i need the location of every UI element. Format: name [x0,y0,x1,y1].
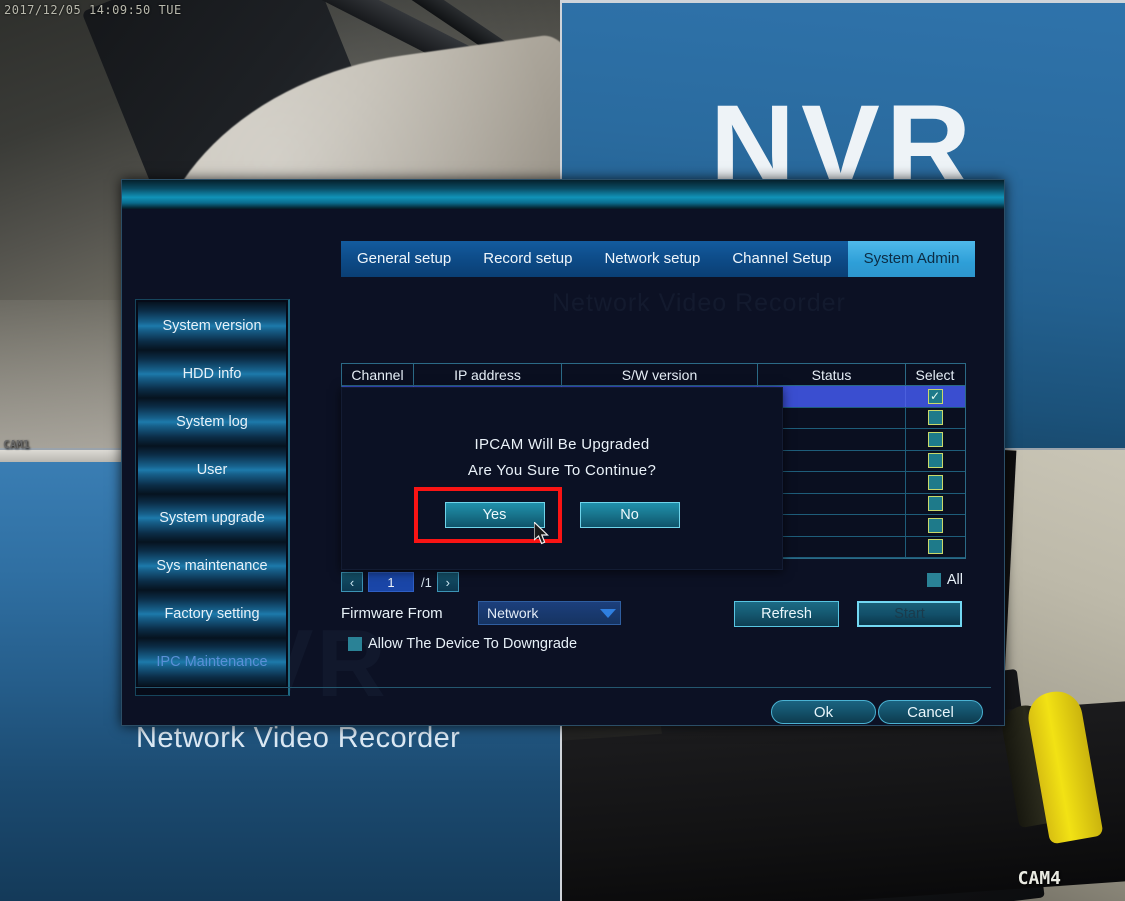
confirm-message-line2: Are You Sure To Continue? [467,462,657,479]
window-body: Network Video Recorder Network Video Rec… [122,209,1004,725]
select-all-checkbox[interactable] [926,573,941,587]
cell-select [906,472,964,493]
row-select-checkbox[interactable]: ✓ [927,388,943,404]
cell-select [906,408,964,429]
settings-window: Network Video Recorder Network Video Rec… [121,179,1005,726]
prev-page-button[interactable]: ‹ [341,572,363,592]
window-ghost-text: Network Video Recorder [552,289,846,317]
column-header-status: Status [758,364,906,385]
tab-system-admin[interactable]: System Admin [847,241,976,277]
column-header-sw-version: S/W version [562,364,758,385]
sidebar-item-label: System upgrade [159,510,265,526]
tab-general-setup[interactable]: General setup [341,241,467,277]
osd-timestamp: 2017/12/05 14:09:50 TUE [4,3,182,17]
cancel-button[interactable]: Cancel [878,700,983,724]
pane-divider-top [562,0,1125,3]
pagination: ‹ 1 /1 › [341,572,459,592]
cell-select [906,515,964,536]
sidebar-item-ipc-maintenance[interactable]: IPC Maintenance [138,638,286,686]
cell-select [906,537,964,558]
osd-camera-label-cam4: CAM4 [1017,868,1061,889]
row-select-checkbox[interactable] [927,496,943,512]
sidebar-item-label: Factory setting [164,606,260,622]
select-all-row: All [926,572,963,588]
confirm-message-line1: IPCAM Will Be Upgraded [474,436,650,453]
osd-camera-label-cam1: CAM1 [3,438,30,451]
sidebar-item-system-log[interactable]: System log [138,398,286,446]
total-pages-label: /1 [421,574,432,590]
sidebar-item-user[interactable]: User [138,446,286,494]
sidebar-item-label: System version [162,318,262,334]
firmware-source-row: Firmware From Network [341,601,621,625]
sidebar-item-sys-maintenance[interactable]: Sys maintenance [138,542,286,590]
row-select-checkbox[interactable] [927,517,943,533]
window-titlebar[interactable] [122,180,1004,209]
confirm-yes-button[interactable]: Yes [444,502,545,528]
sidebar-item-label: HDD info [182,366,242,382]
allow-downgrade-checkbox[interactable] [348,637,362,651]
row-select-checkbox[interactable] [927,410,943,426]
footer-divider [135,687,991,688]
confirm-upgrade-dialog: IPCAM Will Be Upgraded Are You Sure To C… [341,387,783,570]
sidebar-item-label: Sys maintenance [156,558,268,574]
confirm-dialog-buttons: Yes No [342,502,782,528]
allow-downgrade-label: Allow The Device To Downgrade [368,636,578,652]
table-header-row: Channel IP address S/W version Status Se… [342,364,965,386]
confirm-no-button[interactable]: No [579,502,680,528]
row-select-checkbox[interactable] [927,474,943,490]
column-header-channel: Channel [342,364,414,385]
cell-select [906,451,964,472]
cell-select [906,494,964,515]
nvr-screen: 2017/12/05 14:09:50 TUE NVR NVR Network … [0,0,1125,901]
start-button[interactable]: Start [857,601,962,627]
sidebar-item-label: User [196,462,228,478]
firmware-source-value: Network [487,605,539,621]
next-page-button[interactable]: › [436,572,459,592]
sidebar-item-system-upgrade[interactable]: System upgrade [138,494,286,542]
refresh-button[interactable]: Refresh [734,601,839,627]
tab-network-setup[interactable]: Network setup [588,241,716,277]
allow-downgrade-row: Allow The Device To Downgrade [348,636,577,652]
row-select-checkbox[interactable] [927,431,943,447]
sidebar-item-system-version[interactable]: System version [138,302,286,350]
chevron-down-icon [600,608,616,618]
page-number-input[interactable]: 1 [368,572,414,592]
firmware-source-dropdown[interactable]: Network [478,601,621,625]
cell-select [906,429,964,450]
checkmark-icon: ✓ [929,389,941,404]
row-select-checkbox[interactable] [927,539,943,555]
sidebar-item-factory-setting[interactable]: Factory setting [138,590,286,638]
nvr-brand-subtitle: Network Video Recorder [136,722,461,754]
row-select-checkbox[interactable] [927,453,943,469]
tab-record-setup[interactable]: Record setup [467,241,588,277]
column-header-ip-address: IP address [414,364,562,385]
cell-select: ✓ [906,386,964,407]
sidebar: System version HDD info System log User … [135,299,290,696]
select-all-label: All [946,572,963,588]
firmware-from-label: Firmware From [341,604,443,622]
tab-channel-setup[interactable]: Channel Setup [716,241,847,277]
column-header-select: Select [915,366,955,383]
ok-button[interactable]: Ok [771,700,876,724]
sidebar-item-label: IPC Maintenance [156,654,268,670]
tabbar: General setup Record setup Network setup… [341,241,976,277]
sidebar-item-hdd-info[interactable]: HDD info [138,350,286,398]
sidebar-item-label: System log [176,414,248,430]
